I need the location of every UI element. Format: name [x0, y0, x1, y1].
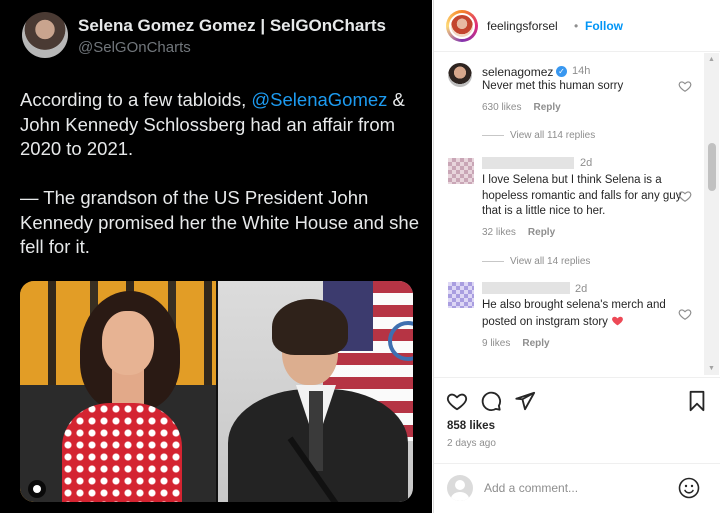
- comments-scrollbar[interactable]: [704, 53, 719, 375]
- instagram-post-panel: feelingsforsel • Follow selenagomez ✓ 14…: [433, 0, 720, 513]
- comment-username-blurred[interactable]: [482, 157, 574, 169]
- post-header: feelingsforsel • Follow: [434, 0, 720, 52]
- post-actions: 858 likes 2 days ago: [434, 377, 720, 463]
- photo-woman-red-dress[interactable]: [20, 281, 216, 502]
- smiley-icon[interactable]: [677, 476, 701, 500]
- tweet-embed: Selena Gomez Gomez | SelGOnCharts @SelGO…: [0, 0, 432, 513]
- comment-avatar[interactable]: [448, 63, 472, 87]
- tweet-author-avatar[interactable]: [22, 12, 68, 58]
- photo-hair: [272, 299, 348, 355]
- view-replies-link[interactable]: View all 14 replies: [482, 256, 590, 267]
- account-username[interactable]: feelingsforsel: [487, 19, 558, 33]
- scroll-up-icon[interactable]: ▲: [708, 56, 715, 63]
- reply-button[interactable]: Reply: [533, 102, 560, 113]
- tweet-paragraph-2: — The grandson of the US President John …: [20, 187, 420, 257]
- reply-button[interactable]: Reply: [522, 338, 549, 349]
- scrollbar-thumb[interactable]: [708, 143, 716, 191]
- follow-button[interactable]: Follow: [585, 19, 623, 33]
- tweet-text: According to a few tabloids, @SelenaGome…: [20, 88, 420, 284]
- media-info-icon[interactable]: [28, 480, 46, 498]
- header-separator: •: [574, 19, 579, 33]
- tweet-mention-link[interactable]: @SelenaGomez: [251, 89, 387, 110]
- comment-text: I love Selena but I think Selena is a ho…: [482, 174, 682, 217]
- comment-likes[interactable]: 32 likes: [482, 227, 516, 238]
- add-comment-bar: [434, 463, 720, 513]
- comment-likes[interactable]: 9 likes: [482, 338, 510, 349]
- send-icon[interactable]: [514, 390, 536, 412]
- comment-time[interactable]: 14h: [572, 65, 590, 77]
- comment-time[interactable]: 2d: [575, 283, 587, 295]
- photo-tie: [309, 391, 323, 471]
- comment-username-blurred[interactable]: [482, 282, 570, 294]
- comment-like-heart-icon[interactable]: [678, 189, 692, 203]
- comment-time[interactable]: 2d: [580, 157, 592, 169]
- comment-text: Never met this human sorry: [482, 80, 624, 92]
- bookmark-icon[interactable]: [686, 390, 708, 412]
- current-user-avatar: [447, 475, 473, 501]
- comments-list[interactable]: selenagomez ✓ 14h Never met this human s…: [434, 53, 720, 375]
- tweet-text-prefix: According to a few tabloids,: [20, 89, 252, 110]
- post-timestamp[interactable]: 2 days ago: [447, 438, 496, 449]
- view-replies-link[interactable]: View all 114 replies: [482, 130, 595, 141]
- account-avatar[interactable]: [446, 10, 478, 42]
- comment-avatar-blurred[interactable]: [448, 282, 474, 308]
- comment-username[interactable]: selenagomez: [482, 65, 553, 79]
- red-heart-emoji-icon: [612, 316, 624, 325]
- comment-meta: 32 likes Reply: [482, 227, 555, 238]
- photo-red-dress: [62, 403, 182, 502]
- comment-meta: 630 likes Reply: [482, 102, 561, 113]
- comment-meta: 9 likes Reply: [482, 338, 550, 349]
- heart-icon[interactable]: [446, 390, 468, 412]
- comment-like-heart-icon[interactable]: [678, 79, 692, 93]
- tweet-media[interactable]: [20, 281, 413, 502]
- tweet-paragraph-1: According to a few tabloids, @SelenaGome…: [20, 88, 420, 162]
- scroll-down-icon[interactable]: ▼: [708, 365, 715, 372]
- comment-like-heart-icon[interactable]: [678, 307, 692, 321]
- tweet-author-handle[interactable]: @SelGOnCharts: [78, 39, 191, 56]
- comment-likes[interactable]: 630 likes: [482, 102, 521, 113]
- comment-avatar-blurred[interactable]: [448, 158, 474, 184]
- photo-man-suit[interactable]: [218, 281, 413, 502]
- comment-text: He also brought selena's merch and poste…: [482, 298, 682, 330]
- post-likes-count[interactable]: 858 likes: [447, 420, 495, 432]
- tweet-author-name[interactable]: Selena Gomez Gomez | SelGOnCharts: [78, 16, 386, 36]
- add-comment-input[interactable]: [484, 477, 664, 499]
- comment-icon[interactable]: [480, 390, 502, 412]
- reply-button[interactable]: Reply: [528, 227, 555, 238]
- verified-badge-icon: ✓: [556, 66, 567, 77]
- comment-text-body: He also brought selena's merch and poste…: [482, 299, 666, 328]
- photo-face: [102, 311, 154, 375]
